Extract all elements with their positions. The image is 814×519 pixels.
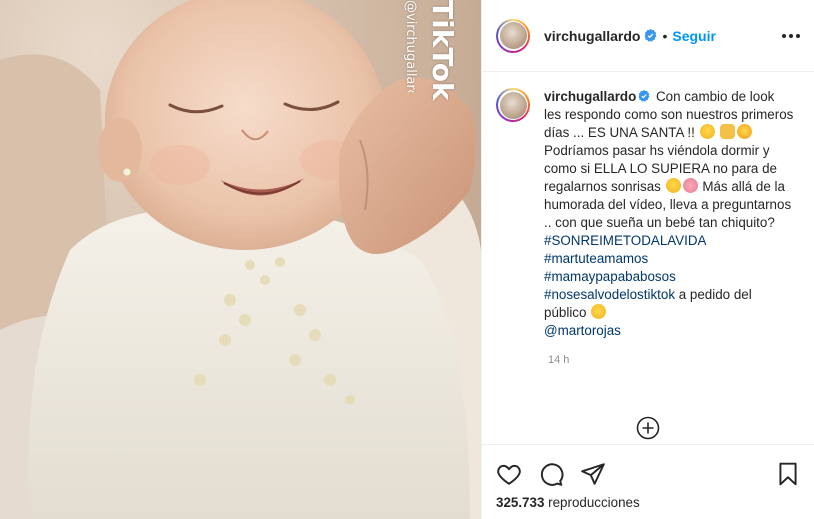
views-label: reproducciones — [548, 495, 640, 510]
follow-button[interactable]: Seguir — [672, 28, 716, 44]
add-circle-icon[interactable] — [636, 416, 660, 440]
share-icon[interactable] — [580, 461, 606, 487]
caption-avatar[interactable] — [496, 88, 530, 122]
hashtag[interactable]: #SONREIMETODALAVIDA — [544, 233, 706, 248]
hashtag[interactable]: #martuteamamos — [544, 251, 648, 266]
verified-badge-icon — [638, 90, 650, 102]
bookmark-icon[interactable] — [775, 461, 801, 487]
raising-hands-emoji-icon — [720, 124, 736, 139]
comments-section: virchugallardo Con cambio de look les re… — [482, 72, 814, 444]
header-username[interactable]: virchugallardo — [544, 28, 640, 44]
hashtag[interactable]: #nosesalvodelostiktok — [544, 287, 675, 302]
heart-icon[interactable] — [496, 461, 522, 487]
post-actions: 325.733 reproducciones — [482, 444, 814, 510]
caption-username[interactable]: virchugallardo — [544, 89, 636, 104]
hashtag[interactable]: #mamaypapababosos — [544, 269, 676, 284]
caption: virchugallardo Con cambio de look les re… — [496, 88, 801, 340]
avatar[interactable] — [496, 18, 530, 53]
mention-link[interactable]: @martorojas — [544, 323, 621, 338]
views-count[interactable]: 325.733 reproducciones — [496, 495, 640, 510]
caption-text: virchugallardo Con cambio de look les re… — [544, 88, 794, 340]
views-number: 325.733 — [496, 495, 545, 510]
post-media-video[interactable]: TikTok @virchugallardo — [0, 0, 481, 519]
separator-dot: • — [662, 27, 668, 44]
grinning-face-emoji-icon — [591, 304, 607, 319]
post-timestamp[interactable]: 14 h — [548, 354, 801, 366]
smiling-face-emoji-icon — [699, 124, 715, 139]
verified-badge-icon — [645, 29, 657, 42]
grinning-face-emoji-icon — [665, 178, 681, 193]
tiktok-watermark-logo: TikTok — [426, 0, 459, 101]
post-header: virchugallardo • Seguir — [482, 0, 814, 72]
more-options-icon[interactable] — [780, 28, 802, 44]
comment-icon[interactable] — [538, 461, 564, 487]
post-details-panel: virchugallardo • Seguir virchugallardo C… — [481, 0, 814, 519]
pig-face-emoji-icon — [682, 178, 698, 193]
tiktok-watermark-user: @virchugallardo — [403, 0, 418, 92]
heart-eyes-emoji-icon — [737, 124, 753, 139]
